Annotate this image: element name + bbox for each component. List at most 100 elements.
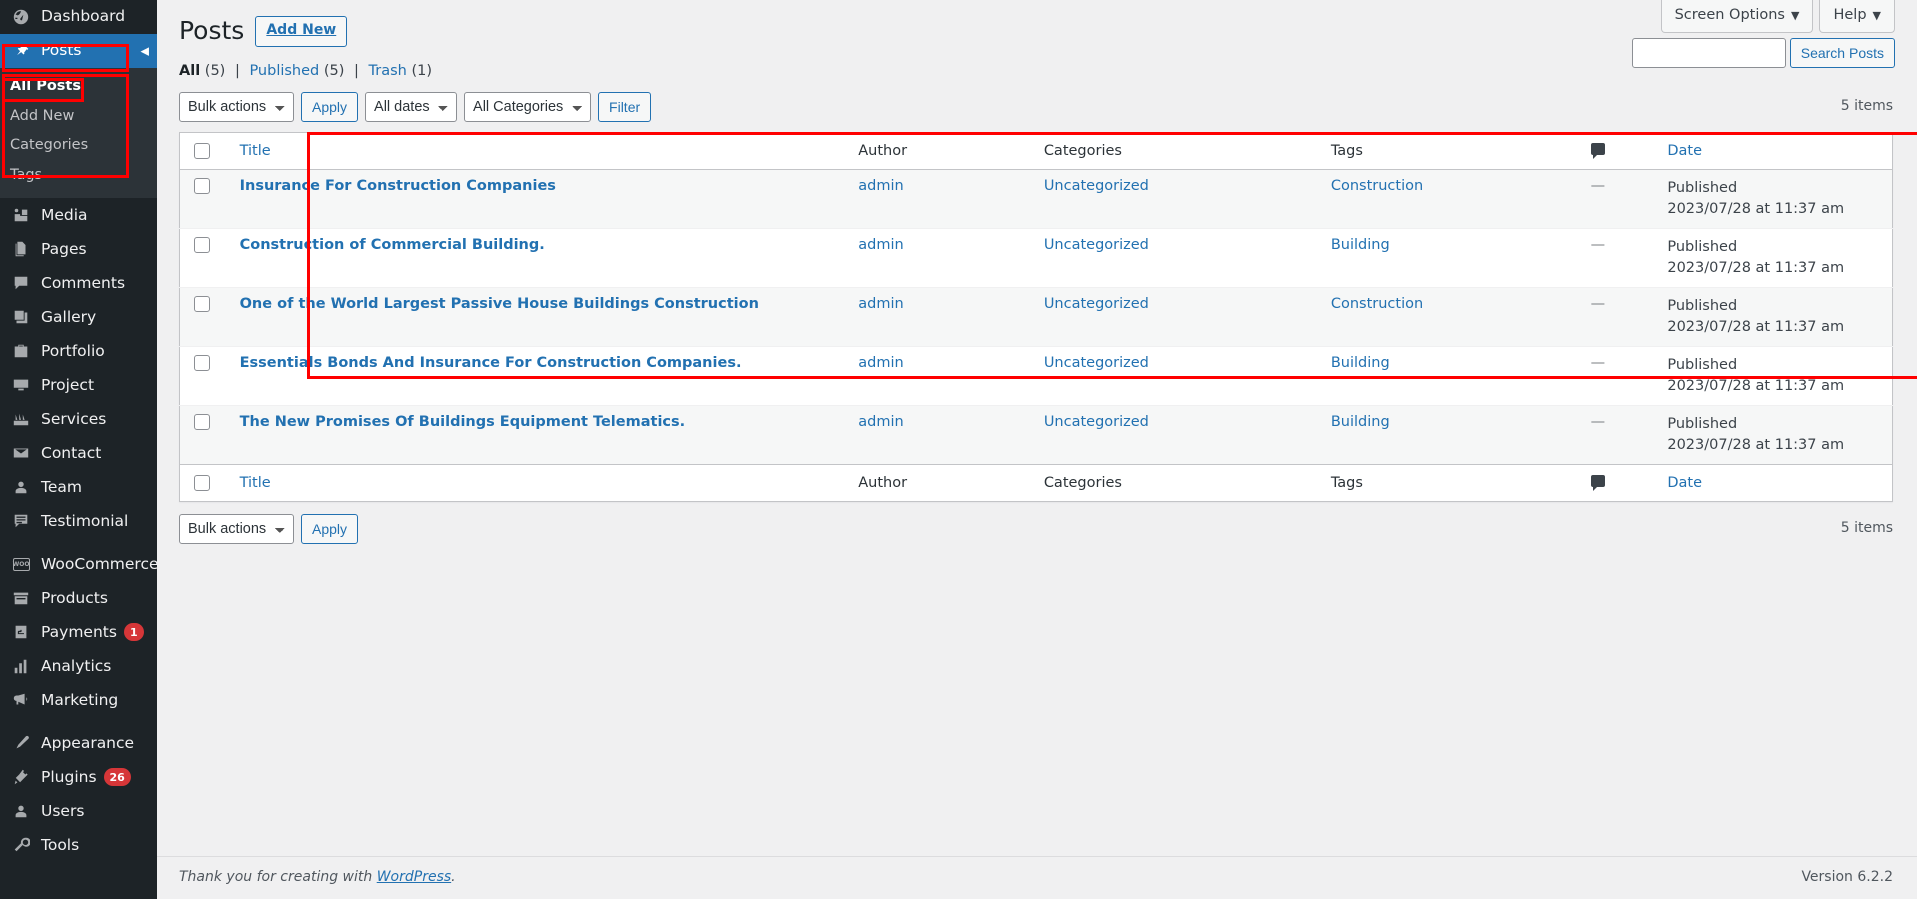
- category-link[interactable]: Uncategorized: [1044, 178, 1149, 194]
- filter-link-published[interactable]: Published: [249, 63, 319, 79]
- submenu-item-add-new[interactable]: Add New: [0, 102, 157, 132]
- column-footer-tags: Tags: [1320, 463, 1581, 502]
- date-filter-select[interactable]: All dates: [365, 91, 458, 122]
- items-count-bottom: 5 items: [1840, 519, 1893, 536]
- cell-title: Construction of Commercial Building.: [229, 227, 849, 288]
- sidebar-item-label: Contact: [41, 443, 102, 462]
- sidebar-item-label: Project: [41, 375, 95, 394]
- sidebar-item-dashboard[interactable]: Dashboard: [0, 0, 157, 34]
- pages-icon: [10, 239, 32, 259]
- author-link[interactable]: admin: [858, 414, 903, 430]
- row-checkbox[interactable]: [194, 236, 210, 253]
- filter-link-trash[interactable]: Trash: [369, 63, 407, 79]
- filter-link-all[interactable]: All: [179, 63, 200, 79]
- sidebar-item-label: Plugins: [41, 767, 97, 786]
- screen-options-label: Screen Options: [1674, 7, 1785, 23]
- row-checkbox[interactable]: [194, 413, 210, 430]
- author-link[interactable]: admin: [858, 296, 903, 312]
- bulk-actions-select-top[interactable]: Bulk actions: [179, 91, 294, 122]
- row-checkbox[interactable]: [194, 354, 210, 371]
- category-link[interactable]: Uncategorized: [1044, 296, 1149, 312]
- help-button[interactable]: Help ▼: [1819, 0, 1895, 33]
- date-status: Published: [1667, 297, 1738, 314]
- category-link[interactable]: Uncategorized: [1044, 414, 1149, 430]
- sidebar-item-marketing[interactable]: Marketing: [0, 683, 157, 717]
- sidebar-item-plugins[interactable]: Plugins 26: [0, 760, 157, 794]
- sidebar-item-products[interactable]: Products: [0, 581, 157, 615]
- column-header-date[interactable]: Date: [1657, 132, 1893, 170]
- add-new-button[interactable]: Add New: [255, 15, 348, 47]
- sidebar-item-portfolio[interactable]: Portfolio: [0, 334, 157, 368]
- select-all-checkbox-top[interactable]: [194, 142, 210, 159]
- column-footer-categories-label: Categories: [1043, 474, 1122, 491]
- search-posts-button[interactable]: Search Posts: [1789, 38, 1895, 68]
- search-input[interactable]: [1631, 38, 1786, 68]
- sidebar-item-media[interactable]: Media: [0, 198, 157, 232]
- sidebar-item-woocommerce[interactable]: WOO WooCommerce: [0, 547, 157, 581]
- sidebar-item-gallery[interactable]: Gallery: [0, 300, 157, 334]
- submenu-item-tags[interactable]: Tags: [0, 161, 157, 191]
- sidebar-item-payments[interactable]: Payments 1: [0, 615, 157, 649]
- column-footer-comments[interactable]: [1580, 463, 1658, 502]
- sidebar-item-comments[interactable]: Comments: [0, 266, 157, 300]
- table-row[interactable]: Insurance For Construction Companies admi…: [179, 168, 1893, 229]
- screen-options-button[interactable]: Screen Options ▼: [1660, 0, 1814, 33]
- category-link[interactable]: Uncategorized: [1044, 355, 1149, 371]
- date-status: Published: [1667, 356, 1738, 373]
- author-link[interactable]: admin: [858, 355, 903, 371]
- cell-comments: —: [1580, 404, 1658, 465]
- sidebar-item-tools[interactable]: Tools: [0, 828, 157, 862]
- sidebar-item-users[interactable]: Users: [0, 794, 157, 828]
- post-title-link[interactable]: Essentials Bonds And Insurance For Const…: [240, 355, 742, 371]
- bulk-actions-select-bottom[interactable]: Bulk actions: [179, 513, 294, 544]
- tag-link[interactable]: Building: [1331, 355, 1390, 371]
- category-link[interactable]: Uncategorized: [1044, 237, 1149, 253]
- submenu-item-all-posts[interactable]: All Posts: [0, 72, 157, 102]
- sidebar-item-team[interactable]: Team: [0, 470, 157, 504]
- sidebar-item-posts[interactable]: Posts ◀: [0, 34, 157, 68]
- tag-link[interactable]: Construction: [1331, 178, 1423, 194]
- megaphone-icon: [10, 690, 32, 710]
- post-title-link[interactable]: One of the World Largest Passive House B…: [240, 296, 759, 312]
- apply-button-top[interactable]: Apply: [301, 91, 359, 122]
- cell-tags: Building: [1320, 404, 1581, 465]
- author-link[interactable]: admin: [858, 178, 903, 194]
- category-filter-select[interactable]: All Categories: [464, 91, 592, 122]
- tag-link[interactable]: Building: [1331, 414, 1390, 430]
- sidebar-item-appearance[interactable]: Appearance: [0, 726, 157, 760]
- table-row[interactable]: One of the World Largest Passive House B…: [179, 286, 1893, 347]
- column-header-comments[interactable]: [1580, 132, 1658, 170]
- wordpress-link[interactable]: WordPress: [377, 869, 451, 885]
- apply-button-bottom[interactable]: Apply: [301, 513, 359, 544]
- filter-button[interactable]: Filter: [598, 91, 652, 122]
- row-select-cell: [179, 227, 230, 288]
- select-all-checkbox-bottom[interactable]: [194, 474, 210, 491]
- tag-link[interactable]: Building: [1331, 237, 1390, 253]
- sidebar-item-testimonial[interactable]: Testimonial: [0, 504, 157, 538]
- sidebar-item-services[interactable]: Services: [0, 402, 157, 436]
- column-header-tags: Tags: [1320, 132, 1581, 170]
- row-checkbox[interactable]: [194, 177, 210, 194]
- post-title-link[interactable]: Insurance For Construction Companies: [240, 178, 556, 194]
- post-title-link[interactable]: Construction of Commercial Building.: [240, 237, 545, 253]
- table-row[interactable]: Construction of Commercial Building. admi…: [179, 227, 1893, 288]
- envelope-icon: [10, 443, 32, 463]
- author-link[interactable]: admin: [858, 237, 903, 253]
- sidebar-item-analytics[interactable]: Analytics: [0, 649, 157, 683]
- column-footer-date[interactable]: Date: [1657, 463, 1893, 502]
- post-title-link[interactable]: The New Promises Of Buildings Equipment …: [240, 414, 686, 430]
- sidebar-item-pages[interactable]: Pages: [0, 232, 157, 266]
- table-row[interactable]: The New Promises Of Buildings Equipment …: [179, 404, 1893, 465]
- table-row[interactable]: Essentials Bonds And Insurance For Const…: [179, 345, 1893, 406]
- sidebar-item-project[interactable]: Project: [0, 368, 157, 402]
- tag-link[interactable]: Construction: [1331, 296, 1423, 312]
- user-icon: [10, 477, 32, 497]
- testimonial-icon: [10, 511, 32, 531]
- sidebar-item-contact[interactable]: Contact: [0, 436, 157, 470]
- sidebar-separator: [0, 538, 157, 547]
- submenu-item-categories[interactable]: Categories: [0, 131, 157, 161]
- row-checkbox[interactable]: [194, 295, 210, 312]
- column-footer-title[interactable]: Title: [229, 463, 849, 502]
- column-header-title[interactable]: Title: [229, 132, 849, 170]
- collapse-menu-icon[interactable]: ◀: [141, 45, 149, 58]
